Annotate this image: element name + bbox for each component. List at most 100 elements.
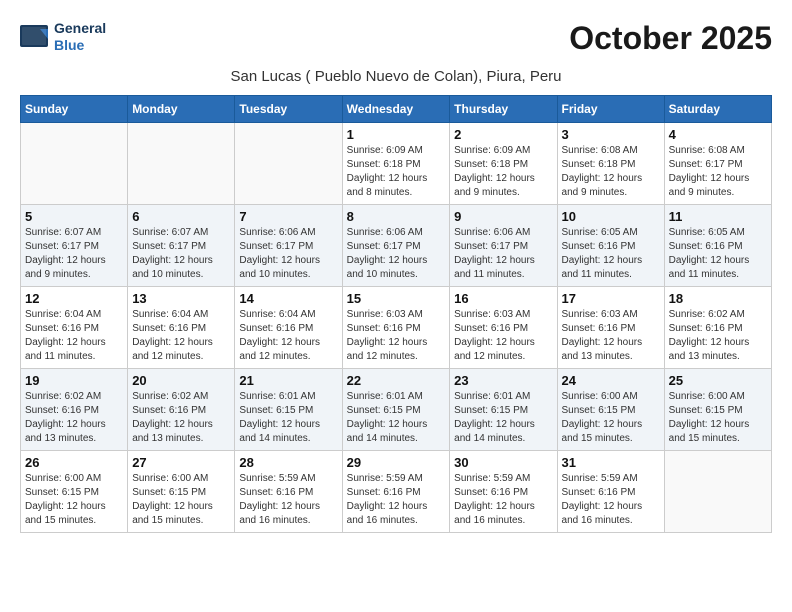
- logo: General Blue: [20, 20, 106, 54]
- day-info: Sunrise: 6:05 AM Sunset: 6:16 PM Dayligh…: [669, 226, 767, 282]
- day-info: Sunrise: 6:00 AM Sunset: 6:15 PM Dayligh…: [25, 472, 123, 528]
- day-number: 4: [669, 127, 767, 142]
- day-number: 18: [669, 291, 767, 306]
- day-cell-3: 3Sunrise: 6:08 AM Sunset: 6:18 PM Daylig…: [557, 122, 664, 204]
- calendar-table: SundayMondayTuesdayWednesdayThursdayFrid…: [20, 95, 772, 533]
- day-cell-10: 10Sunrise: 6:05 AM Sunset: 6:16 PM Dayli…: [557, 204, 664, 286]
- logo-icon: [20, 25, 50, 49]
- day-info: Sunrise: 6:01 AM Sunset: 6:15 PM Dayligh…: [239, 390, 337, 446]
- day-info: Sunrise: 6:00 AM Sunset: 6:15 PM Dayligh…: [132, 472, 230, 528]
- day-number: 2: [454, 127, 552, 142]
- day-number: 7: [239, 209, 337, 224]
- day-number: 14: [239, 291, 337, 306]
- day-cell-16: 16 Sunrise: 6:03 AM Sunset: 6:16 PM Dayli…: [450, 286, 557, 368]
- weekday-header-saturday: Saturday: [664, 95, 771, 122]
- day-cell-9: 9 Sunrise: 6:06 AM Sunset: 6:17 PM Daylig…: [450, 204, 557, 286]
- day-number: 20: [132, 373, 230, 388]
- day-number: 25: [669, 373, 767, 388]
- day-info: Sunrise: 6:02 AM Sunset: 6:16 PM Dayligh…: [669, 308, 767, 364]
- day-number: 1: [347, 127, 446, 142]
- day-number: 16: [454, 291, 552, 306]
- day-info: Sunrise: 6:03 AM Sunset: 6:16 PM Dayligh…: [562, 308, 660, 364]
- day-info: Sunrise: 6:09 AM Sunset: 6:18 PM Dayligh…: [347, 144, 446, 200]
- weekday-header-wednesday: Wednesday: [342, 95, 450, 122]
- day-info: Sunrise: 6:00 AM Sunset: 6:15 PM Dayligh…: [562, 390, 660, 446]
- empty-cell: [235, 122, 342, 204]
- day-info: Sunrise: 6:09 AM Sunset: 6:18 PM Dayligh…: [454, 144, 552, 200]
- day-info: Sunrise: 6:05 AM Sunset: 6:16 PM Dayligh…: [562, 226, 660, 282]
- day-cell-1: 1 Sunrise: 6:09 AM Sunset: 6:18 PM Daylig…: [342, 122, 450, 204]
- day-cell-11: 11 Sunrise: 6:05 AM Sunset: 6:16 PM Dayli…: [664, 204, 771, 286]
- day-info: Sunrise: 5:59 AM Sunset: 6:16 PM Dayligh…: [454, 472, 552, 528]
- day-info: Sunrise: 6:00 AM Sunset: 6:15 PM Dayligh…: [669, 390, 767, 446]
- day-number: 11: [669, 209, 767, 224]
- day-info: Sunrise: 6:08 AM Sunset: 6:17 PM Dayligh…: [669, 144, 767, 200]
- day-number: 31: [562, 455, 660, 470]
- day-number: 15: [347, 291, 446, 306]
- weekday-header-sunday: Sunday: [21, 95, 128, 122]
- weekday-header-monday: Monday: [128, 95, 235, 122]
- day-number: 6: [132, 209, 230, 224]
- day-cell-17: 17 Sunrise: 6:03 AM Sunset: 6:16 PM Dayli…: [557, 286, 664, 368]
- day-cell-18: 18 Sunrise: 6:02 AM Sunset: 6:16 PM Dayli…: [664, 286, 771, 368]
- day-cell-15: 15 Sunrise: 6:03 AM Sunset: 6:16 PM Dayli…: [342, 286, 450, 368]
- day-cell-26: 26 Sunrise: 6:00 AM Sunset: 6:15 PM Dayli…: [21, 450, 128, 532]
- day-cell-24: 24 Sunrise: 6:00 AM Sunset: 6:15 PM Dayli…: [557, 368, 664, 450]
- day-cell-27: 27 Sunrise: 6:00 AM Sunset: 6:15 PM Dayli…: [128, 450, 235, 532]
- day-cell-14: 14 Sunrise: 6:04 AM Sunset: 6:16 PM Dayli…: [235, 286, 342, 368]
- location-subtitle: San Lucas ( Pueblo Nuevo de Colan), Piur…: [20, 68, 772, 85]
- day-number: 27: [132, 455, 230, 470]
- empty-cell: [664, 450, 771, 532]
- day-cell-7: 7 Sunrise: 6:06 AM Sunset: 6:17 PM Daylig…: [235, 204, 342, 286]
- day-cell-29: 29 Sunrise: 5:59 AM Sunset: 6:16 PM Dayli…: [342, 450, 450, 532]
- day-cell-6: 6 Sunrise: 6:07 AM Sunset: 6:17 PM Daylig…: [128, 204, 235, 286]
- day-info: Sunrise: 6:03 AM Sunset: 6:16 PM Dayligh…: [454, 308, 552, 364]
- day-info: Sunrise: 6:04 AM Sunset: 6:16 PM Dayligh…: [239, 308, 337, 364]
- day-cell-30: 30 Sunrise: 5:59 AM Sunset: 6:16 PM Dayli…: [450, 450, 557, 532]
- day-number: 13: [132, 291, 230, 306]
- day-number: 5: [25, 209, 123, 224]
- day-number: 17: [562, 291, 660, 306]
- day-number: 30: [454, 455, 552, 470]
- day-cell-25: 25 Sunrise: 6:00 AM Sunset: 6:15 PM Dayli…: [664, 368, 771, 450]
- day-info: Sunrise: 5:59 AM Sunset: 6:16 PM Dayligh…: [239, 472, 337, 528]
- day-cell-21: 21 Sunrise: 6:01 AM Sunset: 6:15 PM Dayli…: [235, 368, 342, 450]
- day-number: 8: [347, 209, 446, 224]
- day-number: 3: [562, 127, 660, 142]
- day-cell-19: 19Sunrise: 6:02 AM Sunset: 6:16 PM Dayli…: [21, 368, 128, 450]
- day-info: Sunrise: 6:04 AM Sunset: 6:16 PM Dayligh…: [25, 308, 123, 364]
- day-info: Sunrise: 5:59 AM Sunset: 6:16 PM Dayligh…: [562, 472, 660, 528]
- day-info: Sunrise: 6:01 AM Sunset: 6:15 PM Dayligh…: [347, 390, 446, 446]
- weekday-header-thursday: Thursday: [450, 95, 557, 122]
- day-cell-23: 23 Sunrise: 6:01 AM Sunset: 6:15 PM Dayli…: [450, 368, 557, 450]
- day-info: Sunrise: 6:06 AM Sunset: 6:17 PM Dayligh…: [239, 226, 337, 282]
- day-info: Sunrise: 6:06 AM Sunset: 6:17 PM Dayligh…: [347, 226, 446, 282]
- empty-cell: [21, 122, 128, 204]
- day-number: 19: [25, 373, 123, 388]
- day-cell-13: 13 Sunrise: 6:04 AM Sunset: 6:16 PM Dayli…: [128, 286, 235, 368]
- day-info: Sunrise: 6:02 AM Sunset: 6:16 PM Dayligh…: [132, 390, 230, 446]
- day-info: Sunrise: 6:04 AM Sunset: 6:16 PM Dayligh…: [132, 308, 230, 364]
- day-cell-2: 2 Sunrise: 6:09 AM Sunset: 6:18 PM Daylig…: [450, 122, 557, 204]
- day-number: 23: [454, 373, 552, 388]
- day-info: Sunrise: 6:07 AM Sunset: 6:17 PM Dayligh…: [132, 226, 230, 282]
- day-number: 9: [454, 209, 552, 224]
- day-cell-31: 31 Sunrise: 5:59 AM Sunset: 6:16 PM Dayli…: [557, 450, 664, 532]
- empty-cell: [128, 122, 235, 204]
- day-number: 21: [239, 373, 337, 388]
- day-number: 29: [347, 455, 446, 470]
- page-title: October 2025: [569, 20, 772, 57]
- day-info: Sunrise: 6:03 AM Sunset: 6:16 PM Dayligh…: [347, 308, 446, 364]
- day-number: 12: [25, 291, 123, 306]
- day-cell-5: 5Sunrise: 6:07 AM Sunset: 6:17 PM Daylig…: [21, 204, 128, 286]
- day-number: 26: [25, 455, 123, 470]
- weekday-header-tuesday: Tuesday: [235, 95, 342, 122]
- day-number: 22: [347, 373, 446, 388]
- day-cell-4: 4 Sunrise: 6:08 AM Sunset: 6:17 PM Daylig…: [664, 122, 771, 204]
- day-info: Sunrise: 6:06 AM Sunset: 6:17 PM Dayligh…: [454, 226, 552, 282]
- day-number: 28: [239, 455, 337, 470]
- day-number: 24: [562, 373, 660, 388]
- day-info: Sunrise: 5:59 AM Sunset: 6:16 PM Dayligh…: [347, 472, 446, 528]
- day-info: Sunrise: 6:01 AM Sunset: 6:15 PM Dayligh…: [454, 390, 552, 446]
- day-cell-22: 22 Sunrise: 6:01 AM Sunset: 6:15 PM Dayli…: [342, 368, 450, 450]
